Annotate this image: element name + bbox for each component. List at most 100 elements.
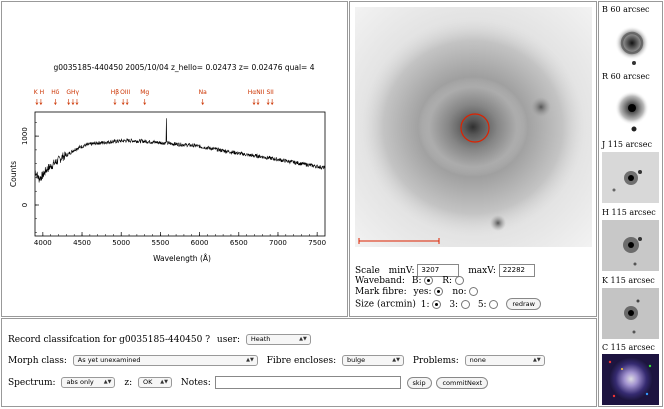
size-row: Size (arcmin) 1: 3: 5: redraw bbox=[355, 298, 541, 310]
z-label: z: bbox=[124, 378, 133, 388]
thumb-h-image[interactable] bbox=[602, 220, 659, 271]
plot-frame bbox=[34, 111, 326, 237]
morph-value: As yet unexamined bbox=[77, 356, 141, 364]
thumb-c-image[interactable] bbox=[602, 354, 659, 405]
size-5-radio[interactable] bbox=[489, 299, 499, 309]
spectral-line-marker bbox=[67, 99, 71, 106]
problems-label: Problems: bbox=[412, 356, 459, 366]
z-select[interactable]: OK ▲▼ bbox=[137, 377, 172, 388]
morph-select[interactable]: As yet unexamined ▲▼ bbox=[72, 355, 258, 366]
x-tick-label: 4500 bbox=[73, 239, 91, 247]
spectral-line-label: Hβ bbox=[111, 89, 120, 96]
skip-button[interactable]: skip bbox=[406, 376, 432, 389]
thumb-j-image[interactable] bbox=[602, 152, 659, 203]
y-tick-label: 0 bbox=[21, 203, 29, 207]
chevron-down-icon: ▲▼ bbox=[246, 357, 254, 363]
z-value: OK bbox=[142, 378, 153, 386]
spectral-line-marker bbox=[256, 99, 260, 106]
x-tick-label: 6500 bbox=[230, 239, 248, 247]
spectral-line-label: Hδ bbox=[51, 89, 60, 96]
minv-label: minV: bbox=[388, 266, 415, 276]
size-3-label: 3: bbox=[449, 299, 459, 310]
thumb-label-k: K 115 arcsec bbox=[602, 276, 655, 285]
spectral-line-label: K H bbox=[34, 89, 44, 96]
chevron-down-icon: ▲▼ bbox=[103, 379, 112, 385]
spectral-line-labels: K H Hδ G Hγ Hβ OIII Mg Na HαNII SII bbox=[34, 89, 274, 106]
y-axis-label: Counts bbox=[9, 161, 18, 187]
record-row: Record classifcation for g0035185-440450… bbox=[8, 334, 311, 345]
spectral-line-marker bbox=[266, 99, 270, 106]
record-label: Record classifcation for g0035185-440450… bbox=[8, 335, 211, 345]
notes-label: Notes: bbox=[180, 378, 211, 388]
waveband-b-label: B: bbox=[411, 276, 422, 286]
mark-yes-radio[interactable] bbox=[434, 287, 444, 296]
mark-no-radio[interactable] bbox=[469, 287, 479, 296]
spectral-line-label: Na bbox=[199, 89, 207, 96]
fibre-select[interactable]: bulge ▲▼ bbox=[341, 355, 404, 366]
spectral-line-marker bbox=[53, 99, 57, 106]
mark-yes-label: yes: bbox=[413, 287, 432, 297]
spectrum-plot-area bbox=[34, 118, 326, 183]
waveband-b-radio[interactable] bbox=[424, 276, 434, 285]
size-1-radio[interactable] bbox=[432, 299, 442, 309]
scale-label: Scale bbox=[355, 266, 380, 276]
x-axis-ticks: 4000 4500 5000 5500 6000 6500 7000 7500 bbox=[34, 232, 326, 247]
maxv-label: maxV: bbox=[468, 266, 496, 276]
star bbox=[490, 215, 506, 231]
spectral-line-label: Mg bbox=[140, 89, 149, 96]
spectrum-row: Spectrum: abs only ▲▼ z: OK ▲▼ Notes: skip… bbox=[8, 376, 489, 389]
user-label: user: bbox=[216, 335, 240, 345]
thumb-label-j: J 115 arcsec bbox=[602, 140, 652, 149]
spectral-line-label: Hγ bbox=[71, 89, 80, 96]
morph-row: Morph class: As yet unexamined ▲▼ Fibre e… bbox=[8, 355, 545, 366]
problems-value: none bbox=[469, 356, 486, 364]
spectral-line-marker bbox=[201, 99, 205, 106]
x-tick-label: 6000 bbox=[191, 239, 209, 247]
galaxy-image[interactable] bbox=[355, 7, 592, 247]
chevron-down-icon: ▲▼ bbox=[160, 379, 168, 385]
spectral-line-marker bbox=[35, 99, 39, 106]
maxv-input[interactable]: 22282 bbox=[498, 264, 535, 277]
mark-fibre-label: Mark fibre: bbox=[355, 287, 407, 297]
spectrum-chart: g0035185-440450 2005/10/04 z_hello= 0.02… bbox=[9, 63, 326, 263]
thumb-r-image[interactable] bbox=[602, 84, 659, 135]
star bbox=[531, 97, 551, 117]
classification-form: Record classifcation for g0035185-440450… bbox=[1, 318, 597, 407]
user-select[interactable]: Heath ▲▼ bbox=[245, 334, 311, 345]
thumb-b-image[interactable] bbox=[602, 17, 659, 68]
spectral-line-marker bbox=[71, 99, 75, 106]
y-axis-ticks: 0 1000 bbox=[21, 122, 39, 233]
spectrum-panel: g0035185-440450 2005/10/04 z_hello= 0.02… bbox=[1, 1, 348, 317]
spectral-line-marker bbox=[125, 99, 129, 106]
spectral-line-marker bbox=[113, 99, 117, 106]
mark-no-label: no: bbox=[452, 287, 467, 297]
redraw-button[interactable]: redraw bbox=[506, 298, 541, 310]
thumb-label-r: R 60 arcsec bbox=[602, 72, 650, 81]
size-5-label: 5: bbox=[477, 299, 487, 310]
spectral-line-marker bbox=[143, 99, 147, 106]
y-tick-label: 1000 bbox=[21, 127, 29, 145]
commit-next-button[interactable]: commitNext bbox=[436, 376, 489, 389]
mark-fibre-row: Mark fibre: yes: no: bbox=[355, 287, 479, 297]
spectral-line-marker bbox=[270, 99, 274, 106]
spectral-line-marker bbox=[121, 99, 125, 106]
spectral-line-label: SII bbox=[266, 89, 274, 96]
waveband-row: Waveband: B: R: bbox=[355, 276, 464, 286]
size-3-radio[interactable] bbox=[460, 299, 470, 309]
x-tick-label: 7500 bbox=[308, 239, 326, 247]
chevron-down-icon: ▲▼ bbox=[392, 357, 400, 363]
spectrum-select[interactable]: abs only ▲▼ bbox=[61, 377, 116, 388]
thumb-k-image[interactable] bbox=[602, 288, 659, 339]
x-tick-label: 5500 bbox=[151, 239, 169, 247]
size-1-label: 1: bbox=[420, 299, 430, 310]
notes-input[interactable] bbox=[214, 376, 401, 389]
waveband-label: Waveband: bbox=[355, 276, 405, 286]
problems-select[interactable]: none ▲▼ bbox=[464, 355, 545, 366]
chevron-down-icon: ▲▼ bbox=[532, 357, 541, 363]
x-axis-label: Wavelength (Å) bbox=[153, 254, 211, 263]
x-tick-label: 5000 bbox=[112, 239, 130, 247]
user-value: Heath bbox=[250, 335, 271, 343]
spectral-line-marker bbox=[75, 99, 79, 106]
size-label: Size (arcmin) bbox=[355, 299, 416, 310]
waveband-r-radio[interactable] bbox=[454, 276, 464, 285]
